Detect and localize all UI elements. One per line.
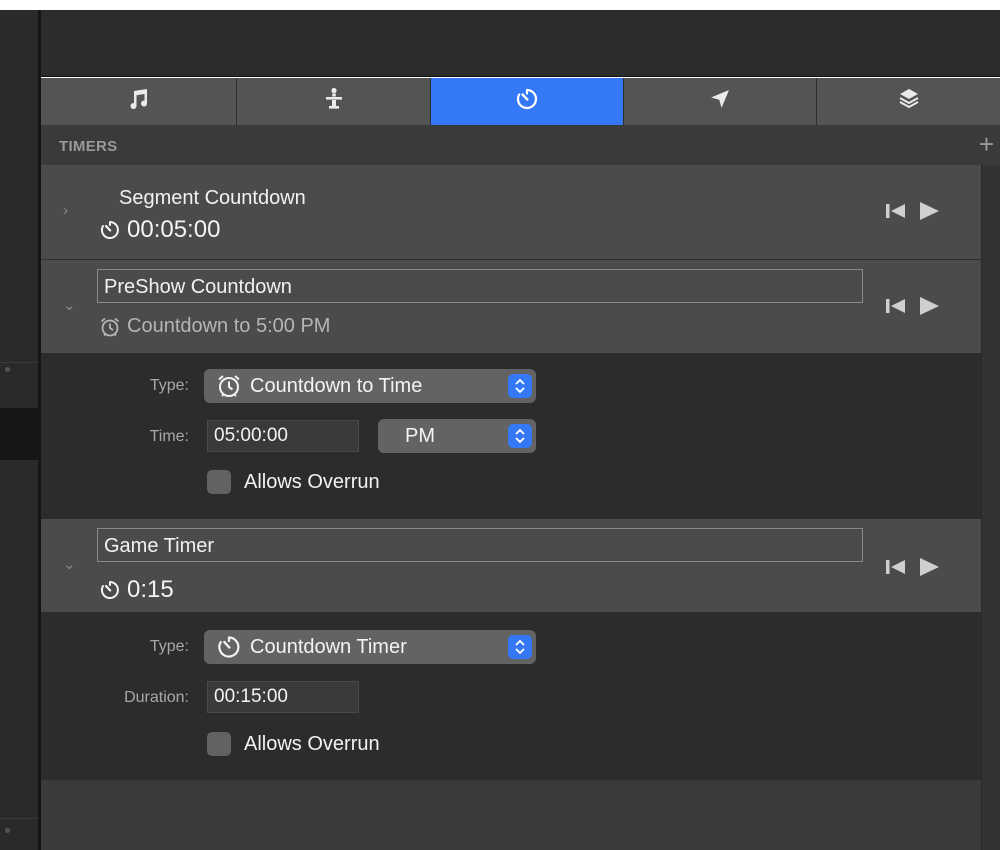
- timer-icon: [514, 86, 540, 117]
- timer-name: Segment Countdown: [119, 187, 306, 209]
- rail-divider: [0, 362, 38, 363]
- timer-value: 0:15: [127, 576, 174, 603]
- inspector-panel: TIMERS + › Segment Countdown 00:05:00 ⌄ …: [41, 78, 1000, 850]
- location-arrow-icon: [707, 86, 733, 117]
- rail-selected-band: [0, 408, 38, 460]
- allows-overrun-checkbox[interactable]: [207, 732, 231, 756]
- type-value: Countdown Timer: [250, 635, 407, 658]
- type-popup[interactable]: Countdown Timer: [204, 630, 536, 664]
- time-label: Time:: [149, 428, 189, 445]
- disclosure-right-icon[interactable]: ›: [63, 203, 68, 219]
- rail-divider: [0, 818, 38, 819]
- timers-header: TIMERS +: [41, 125, 1000, 165]
- stepper-chevrons-icon[interactable]: [508, 374, 532, 398]
- timer-detail: Type: Countdown to Time Time: 05:00:00 P…: [41, 353, 981, 519]
- ampm-popup[interactable]: PM: [378, 419, 536, 453]
- reset-button[interactable]: [886, 202, 908, 220]
- timer-name: PreShow Countdown: [104, 276, 292, 298]
- timer-controls: [886, 296, 940, 316]
- reset-button[interactable]: [886, 558, 908, 576]
- timer-detail: Type: Countdown Timer Duration: 00:15:00…: [41, 612, 981, 780]
- type-value: Countdown to Time: [250, 374, 423, 397]
- type-popup[interactable]: Countdown to Time: [204, 369, 536, 403]
- disclosure-down-icon[interactable]: ⌄: [63, 298, 76, 314]
- play-button[interactable]: [918, 557, 940, 577]
- time-input[interactable]: 05:00:00: [207, 420, 359, 452]
- timer-value: Countdown to 5:00 PM: [127, 315, 331, 337]
- play-button[interactable]: [918, 296, 940, 316]
- alarm-clock-icon: [216, 373, 242, 399]
- stepper-chevrons-icon[interactable]: [508, 424, 532, 448]
- tab-props[interactable]: [624, 78, 817, 125]
- timer-row[interactable]: ⌄ PreShow Countdown Countdown to 5:00 PM: [41, 260, 981, 353]
- timer-row[interactable]: ⌄ Game Timer 0:15: [41, 519, 981, 612]
- timer-controls: [886, 557, 940, 577]
- allows-overrun-checkbox[interactable]: [207, 470, 231, 494]
- timer-icon: [99, 219, 121, 241]
- allows-overrun-label: Allows Overrun: [244, 471, 380, 493]
- allows-overrun-label: Allows Overrun: [244, 733, 380, 755]
- play-button[interactable]: [918, 201, 940, 221]
- timer-value-group: 0:15: [99, 576, 174, 604]
- inspector-tabs: [41, 78, 1000, 125]
- timer-value: 00:05:00: [127, 216, 221, 243]
- stepper-chevrons-icon[interactable]: [508, 635, 532, 659]
- reset-button[interactable]: [886, 297, 908, 315]
- timer-list: › Segment Countdown 00:05:00 ⌄ PreShow C…: [41, 165, 981, 850]
- scrollbar[interactable]: [981, 165, 1000, 850]
- music-note-icon: [126, 86, 152, 117]
- type-label: Type:: [149, 377, 189, 394]
- timer-controls: [886, 201, 940, 221]
- ampm-value: PM: [405, 424, 435, 447]
- timer-name-field[interactable]: PreShow Countdown: [97, 269, 863, 303]
- timer-icon: [216, 634, 242, 660]
- type-label: Type:: [149, 638, 189, 655]
- layers-icon: [896, 86, 922, 117]
- timer-value-group: 00:05:00: [99, 216, 220, 244]
- section-title: TIMERS: [59, 138, 118, 155]
- presenter-icon: [321, 86, 347, 117]
- timer-name-field[interactable]: Game Timer: [97, 528, 863, 562]
- alarm-clock-icon: [99, 316, 121, 338]
- timer-name: Game Timer: [104, 535, 215, 557]
- add-timer-button[interactable]: +: [979, 129, 994, 159]
- tab-layers[interactable]: [817, 78, 1000, 125]
- tab-timers[interactable]: [431, 78, 624, 125]
- tab-presenter[interactable]: [237, 78, 431, 125]
- duration-input[interactable]: 00:15:00: [207, 681, 359, 713]
- timer-row[interactable]: › Segment Countdown 00:05:00: [41, 165, 981, 260]
- timer-value-group: Countdown to 5:00 PM: [99, 315, 330, 338]
- tab-audio[interactable]: [41, 78, 237, 125]
- rail-handle[interactable]: [5, 367, 10, 372]
- left-rail: [0, 10, 41, 850]
- top-bar: [41, 10, 1000, 77]
- rail-handle[interactable]: [5, 828, 10, 833]
- duration-label: Duration:: [124, 689, 189, 706]
- disclosure-down-icon[interactable]: ⌄: [63, 557, 76, 573]
- timer-icon: [99, 579, 121, 601]
